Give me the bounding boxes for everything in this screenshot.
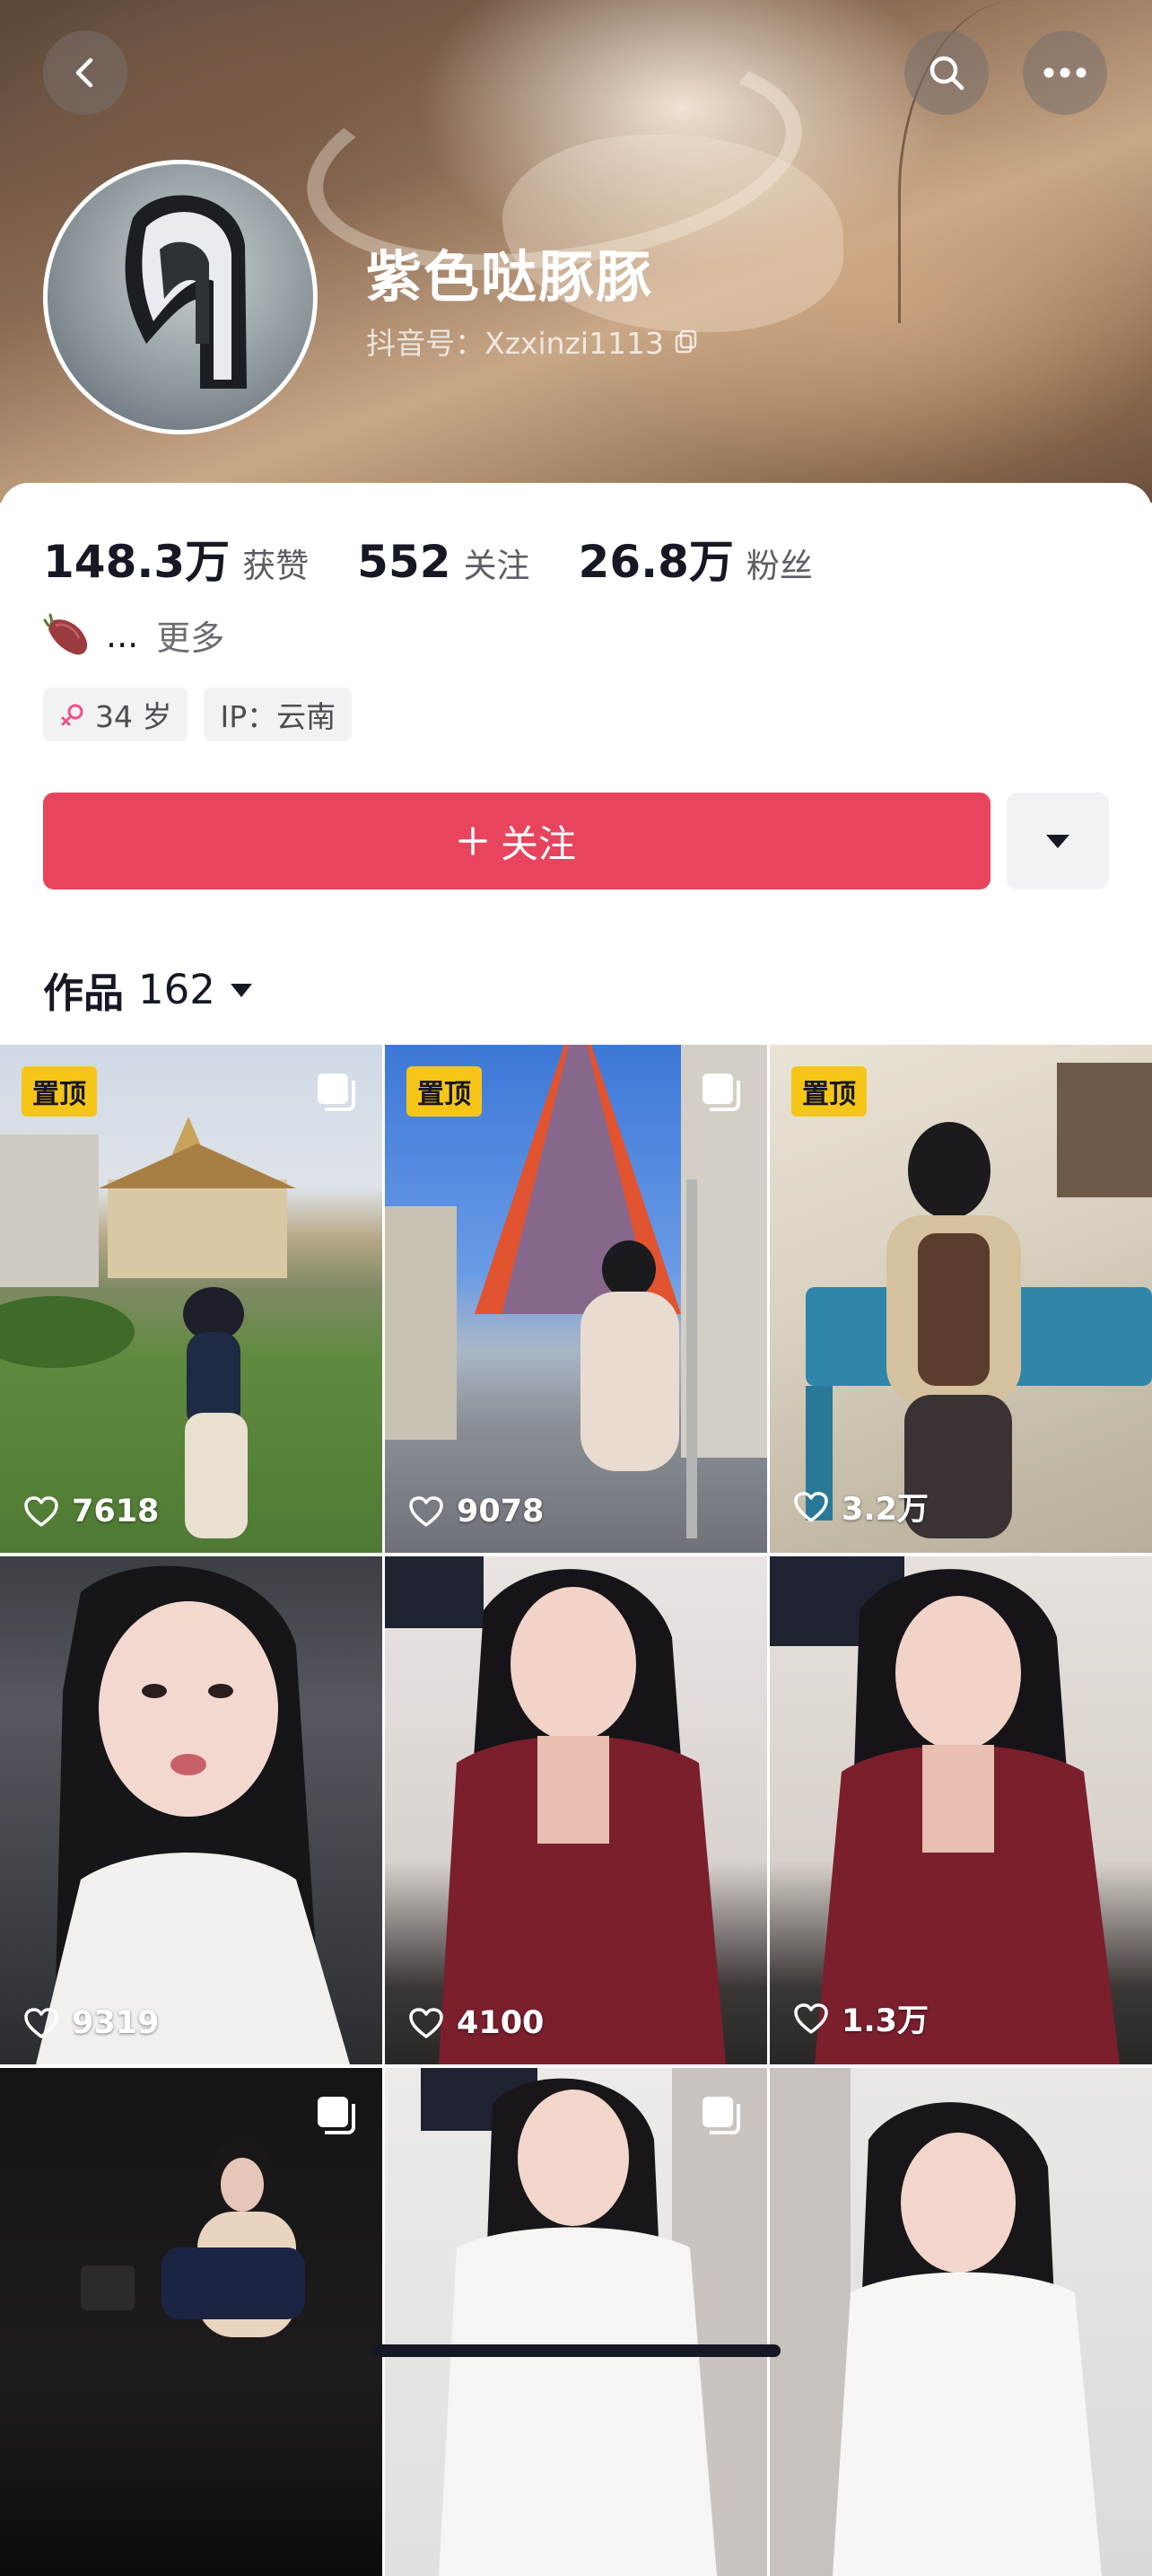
video-thumbnail[interactable]: 9319 (0, 1556, 382, 2064)
sweet-potato-icon (43, 613, 88, 654)
profile-tags: 34 岁 IP：云南 (43, 688, 353, 741)
like-count: 1.3万 (793, 1995, 929, 2041)
stat-followers[interactable]: 26.8万 粉丝 (579, 526, 813, 591)
ip-text: IP：云南 (220, 699, 336, 734)
search-icon (929, 56, 964, 91)
works-title: 作品 (43, 969, 125, 1017)
video-thumbnail[interactable]: 置顶 3.2万 (770, 1045, 1152, 1553)
like-count-text: 9078 (457, 1494, 545, 1529)
more-options-button[interactable] (1023, 31, 1107, 115)
stat-value: 552 (357, 536, 451, 588)
bio-text: ... (106, 615, 139, 655)
like-count: 9319 (23, 2005, 159, 2041)
heart-icon (409, 1496, 443, 1527)
heart-icon (409, 2008, 443, 2038)
like-count: 9078 (408, 1494, 544, 1529)
video-thumbnail[interactable] (0, 2068, 382, 2576)
like-count: 3.2万 (793, 1484, 929, 1529)
ip-tag: IP：云南 (204, 688, 353, 741)
back-button[interactable] (43, 31, 127, 115)
like-count: 4100 (408, 2005, 544, 2041)
home-indicator[interactable] (371, 2344, 781, 2357)
douyin-id[interactable]: 抖音号：Xzxinzi1113 (366, 320, 700, 363)
stat-following[interactable]: 552 关注 (357, 536, 529, 588)
video-thumbnail[interactable]: 置顶 7618 (0, 1045, 382, 1553)
heart-icon (24, 2008, 58, 2038)
plus-icon (458, 827, 487, 855)
nickname: 紫色哒豚豚 (366, 244, 654, 310)
age-tag: 34 岁 (43, 688, 188, 741)
like-count-text: 4100 (457, 2005, 545, 2041)
stat-value: 26.8万 (578, 536, 734, 588)
multi-image-icon (703, 2097, 740, 2134)
copy-icon[interactable] (673, 328, 700, 355)
back-arrow-icon (75, 57, 93, 88)
more-dots-icon (1043, 67, 1087, 78)
like-count-text: 3.2万 (842, 1492, 929, 1528)
video-thumbnail[interactable] (770, 2068, 1152, 2576)
heart-icon (24, 1496, 58, 1527)
triangle-down-icon (230, 983, 252, 997)
bio[interactable]: ... 更多 (43, 610, 224, 660)
age-text: 34 岁 (95, 699, 172, 734)
multi-image-icon (318, 2097, 355, 2134)
multi-image-icon (703, 1073, 740, 1111)
follow-button[interactable]: 关注 (43, 793, 991, 889)
video-thumbnail[interactable] (385, 2068, 767, 2576)
pinned-badge: 置顶 (791, 1066, 867, 1117)
video-thumbnail[interactable]: 置顶 9078 (385, 1045, 767, 1553)
stats-row: 148.3万 获赞 552 关注 26.8万 粉丝 (43, 526, 861, 591)
multi-image-icon (318, 1073, 355, 1111)
bio-more-link[interactable]: 更多 (156, 610, 224, 660)
stat-likes[interactable]: 148.3万 获赞 (43, 526, 309, 591)
pinned-badge: 置顶 (22, 1066, 97, 1117)
like-count-text: 9319 (72, 2005, 160, 2041)
stat-label: 粉丝 (746, 547, 813, 585)
search-button[interactable] (904, 31, 989, 115)
douyin-id-text: 抖音号：Xzxinzi1113 (366, 326, 665, 361)
triangle-down-icon (1046, 835, 1069, 848)
video-thumbnail[interactable]: 1.3万 (770, 1556, 1152, 2064)
heart-icon (794, 1491, 828, 1522)
stat-label: 获赞 (242, 547, 310, 585)
works-count: 162 (138, 966, 215, 1013)
like-count: 7618 (23, 1494, 159, 1529)
video-thumbnail[interactable]: 4100 (385, 1556, 767, 2064)
follow-options-button[interactable] (1007, 793, 1109, 889)
follow-label: 关注 (500, 821, 576, 866)
avatar[interactable] (43, 160, 318, 434)
female-icon (61, 704, 83, 726)
stat-value: 148.3万 (43, 536, 231, 588)
like-count-text: 7618 (72, 1494, 160, 1529)
pinned-badge: 置顶 (406, 1066, 482, 1117)
heart-icon (794, 2002, 828, 2034)
stat-label: 关注 (463, 547, 530, 585)
works-tab[interactable]: 作品 162 (43, 960, 253, 1019)
like-count-text: 1.3万 (842, 2003, 929, 2039)
